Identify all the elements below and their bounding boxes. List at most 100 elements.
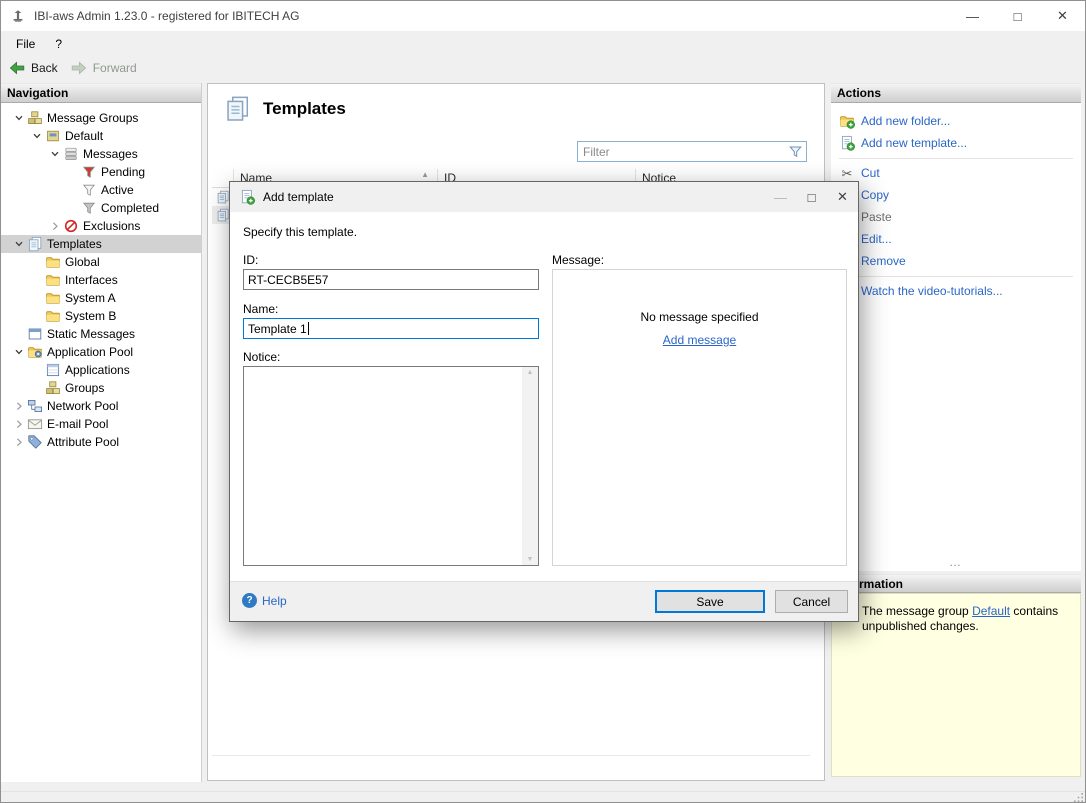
tree-item-message-groups[interactable]: Message Groups [1,109,201,127]
tree-item-static-messages[interactable]: Static Messages [1,325,201,343]
chevron-right-icon[interactable] [11,437,27,447]
menu-file[interactable]: File [6,33,45,55]
notice-scrollbar[interactable]: ▲ ▼ [522,367,538,565]
tree-item-label: Templates [47,237,106,251]
tree-item-global[interactable]: Global [1,253,201,271]
tree-item-messages[interactable]: Messages [1,145,201,163]
tree-item-label: Static Messages [47,327,139,341]
notice-field[interactable]: ▲ ▼ [243,366,539,566]
message-panel: No message specified Add message [552,269,847,566]
actions-panel: Actions Add new folder... Add new templa… [831,83,1081,571]
chevron-down-icon[interactable] [11,347,27,357]
resize-grip-icon[interactable] [1073,792,1084,803]
action-label: Watch the video-tutorials... [861,284,1003,298]
save-button[interactable]: Save [655,590,765,613]
applications-icon [45,362,61,378]
tree-item-label: Groups [65,381,108,395]
chevron-right-icon[interactable] [47,221,63,231]
add-template-dialog-icon [239,189,255,205]
network-pool-icon [27,398,43,414]
folder-icon [45,308,61,324]
tree-item-active[interactable]: Active [1,181,201,199]
tree-item-system-a[interactable]: System A [1,289,201,307]
add-template-dialog: Add template — □ ✕ Specify this template… [229,181,859,622]
title-bar: IBI-aws Admin 1.23.0 - registered for IB… [1,1,1085,31]
tree-item-pending[interactable]: Pending [1,163,201,181]
chevron-down-icon[interactable] [11,239,27,249]
actions-list: Add new folder... Add new template... ✂ … [831,103,1081,571]
scroll-up-icon[interactable]: ▲ [527,369,534,376]
maximize-button[interactable]: □ [995,1,1040,31]
tree-item-interfaces[interactable]: Interfaces [1,271,201,289]
tree-item-network-pool[interactable]: Network Pool [1,397,201,415]
scissors-icon: ✂ [839,165,855,181]
paste-action[interactable]: Paste [831,206,1081,228]
menu-help[interactable]: ? [45,33,72,55]
app-window: IBI-aws Admin 1.23.0 - registered for IB… [0,0,1086,803]
information-header: Information [831,574,1081,593]
help-button[interactable]: ? Help [242,593,287,608]
dialog-close-button[interactable]: ✕ [827,182,858,212]
tree-item-groups[interactable]: Groups [1,379,201,397]
action-label: Add new template... [861,136,967,150]
navigation-panel: Navigation Message Groups Default Messag… [1,83,202,782]
separator [839,276,1073,277]
scroll-down-icon[interactable]: ▼ [527,556,534,563]
static-messages-icon [27,326,43,342]
completed-filter-icon [81,200,97,216]
tree-item-label: Message Groups [47,111,142,125]
filter-funnel-icon[interactable] [784,144,806,159]
default-group-link[interactable]: Default [972,604,1010,618]
tree-item-label: E-mail Pool [47,417,112,431]
add-new-template-action[interactable]: Add new template... [831,132,1081,154]
tree-item-label: Application Pool [47,345,137,359]
folder-icon [45,290,61,306]
minimize-button[interactable]: — [950,1,995,31]
tree-item-applications[interactable]: Applications [1,361,201,379]
info-text: The message group [862,604,972,618]
exclusions-icon [63,218,79,234]
edit-action[interactable]: ✎ Edit... [831,228,1081,250]
dialog-subtitle: Specify this template. [243,225,357,239]
forward-button[interactable]: Forward [70,60,137,76]
action-label: Cut [861,166,880,180]
back-button[interactable]: Back [8,60,58,76]
tree-item-exclusions[interactable]: Exclusions [1,217,201,235]
chevron-right-icon[interactable] [11,401,27,411]
dialog-maximize-button[interactable]: □ [796,182,827,212]
tree-item-attribute-pool[interactable]: Attribute Pool [1,433,201,451]
action-label: Add new folder... [861,114,950,128]
tree-item-application-pool[interactable]: Application Pool [1,343,201,361]
groups-icon [45,380,61,396]
panel-splitter-dots[interactable]: … [831,555,1081,569]
separator [839,158,1073,159]
close-button[interactable]: ✕ [1040,1,1085,31]
video-tutorials-action[interactable]: Watch the video-tutorials... [831,280,1081,302]
add-message-link[interactable]: Add message [663,333,736,347]
tree-item-label: System A [65,291,120,305]
filter-input[interactable] [578,142,784,161]
tree-item-label: Completed [101,201,163,215]
help-icon: ? [242,593,257,608]
status-bar [1,791,1085,803]
chevron-down-icon[interactable] [11,113,27,123]
templates-icon [27,236,43,252]
tree-item-system-b[interactable]: System B [1,307,201,325]
tree-item-default[interactable]: Default [1,127,201,145]
templates-page-icon [224,95,251,122]
cancel-button[interactable]: Cancel [775,590,848,613]
cut-action[interactable]: ✂ Cut [831,162,1081,184]
tree-item-templates[interactable]: Templates [1,235,201,253]
id-field[interactable] [243,269,539,290]
copy-action[interactable]: Copy [831,184,1081,206]
chevron-down-icon[interactable] [29,131,45,141]
name-field[interactable]: Template 1 [243,318,539,339]
tree-item-label: System B [65,309,120,323]
add-new-folder-action[interactable]: Add new folder... [831,110,1081,132]
chevron-right-icon[interactable] [11,419,27,429]
remove-action[interactable]: ✕ Remove [831,250,1081,272]
tree-item-email-pool[interactable]: E-mail Pool [1,415,201,433]
forward-label: Forward [93,61,137,75]
chevron-down-icon[interactable] [47,149,63,159]
tree-item-completed[interactable]: Completed [1,199,201,217]
